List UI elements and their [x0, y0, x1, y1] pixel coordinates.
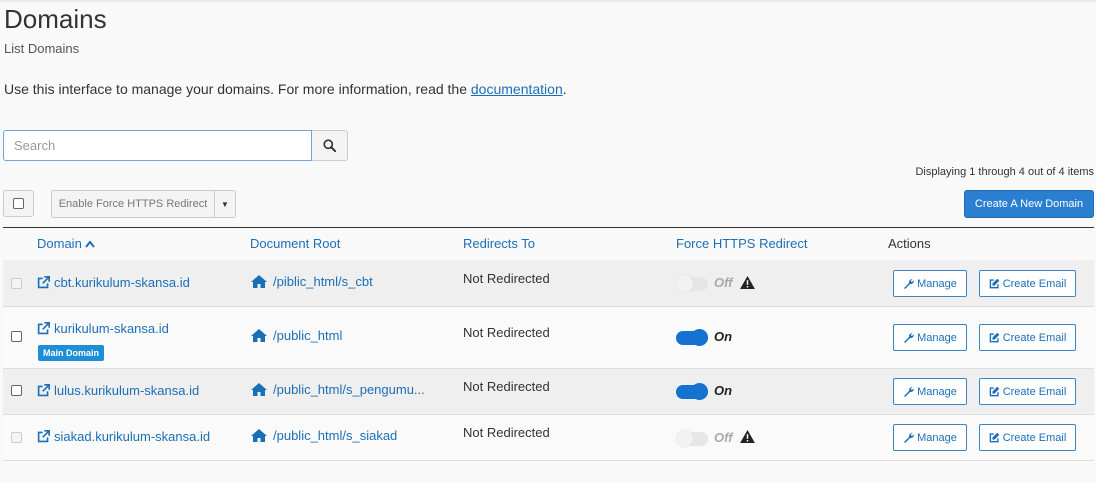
search-input[interactable]: [3, 130, 313, 161]
main-domain-badge: Main Domain: [38, 345, 105, 361]
select-all-check[interactable]: [13, 198, 24, 209]
intro-text: Use this interface to manage your domain…: [4, 81, 567, 97]
manage-label: Manage: [917, 331, 957, 344]
manage-button[interactable]: Manage: [893, 424, 967, 451]
redirect-status: Not Redirected: [463, 379, 550, 394]
redirect-status: Not Redirected: [463, 271, 550, 286]
wrench-icon: [904, 333, 914, 343]
manage-label: Manage: [917, 277, 957, 290]
force-https-state: Off: [714, 430, 733, 445]
domain-link[interactable]: lulus.kurikulum-skansa.id: [37, 383, 199, 398]
home-icon: [251, 275, 267, 288]
row-checkbox[interactable]: [11, 331, 22, 342]
sort-up-icon: [85, 240, 96, 248]
wrench-icon: [904, 433, 914, 443]
warning-icon: [740, 276, 755, 289]
manage-label: Manage: [917, 385, 957, 398]
manage-button[interactable]: Manage: [893, 270, 967, 297]
display-count: Displaying 1 through 4 out of 4 items: [915, 166, 1094, 178]
manage-label: Manage: [917, 431, 957, 444]
intro-text-end: .: [562, 81, 567, 97]
create-email-label: Create Email: [1002, 431, 1067, 444]
enable-force-https-button[interactable]: Enable Force HTTPS Redirect: [51, 190, 215, 218]
search-icon: [323, 139, 337, 152]
external-link-icon: [37, 276, 50, 289]
table-row: siakad.kurikulum-skansa.id /public_html/…: [3, 415, 1094, 461]
redirect-status: Not Redirected: [463, 425, 550, 440]
external-link-icon: [37, 322, 50, 335]
table-top-border: [3, 227, 1094, 228]
domain-name: kurikulum-skansa.id: [54, 321, 169, 336]
create-domain-button[interactable]: Create A New Domain: [964, 190, 1094, 218]
domain-link[interactable]: kurikulum-skansa.id: [37, 321, 169, 336]
force-https-state: Off: [714, 275, 733, 290]
create-email-button[interactable]: Create Email: [979, 378, 1076, 405]
domain-name: siakad.kurikulum-skansa.id: [54, 429, 211, 444]
home-icon: [251, 429, 267, 442]
edit-icon: [989, 386, 1000, 397]
force-https-toggle[interactable]: [676, 383, 708, 400]
table-row: kurikulum-skansa.id Main Domain /public_…: [3, 307, 1094, 369]
edit-icon: [989, 332, 1000, 343]
create-email-button[interactable]: Create Email: [979, 270, 1076, 297]
edit-icon: [989, 432, 1000, 443]
document-root-path: /public_html: [273, 328, 343, 343]
document-root-link[interactable]: /public_html/s_pengumu...: [250, 382, 425, 397]
row-checkbox[interactable]: [11, 385, 22, 396]
external-link-icon: [37, 430, 50, 443]
table-row: lulus.kurikulum-skansa.id /public_html/s…: [3, 369, 1094, 415]
document-root-path: /public_html/s_siakad: [273, 428, 398, 443]
search-group: [3, 130, 348, 161]
domain-name: cbt.kurikulum-skansa.id: [54, 275, 190, 290]
create-email-button[interactable]: Create Email: [979, 424, 1076, 451]
header-domain-label: Domain: [37, 236, 82, 251]
row-checkbox[interactable]: [11, 432, 22, 443]
create-email-label: Create Email: [1002, 277, 1067, 290]
documentation-link[interactable]: documentation: [471, 81, 563, 97]
search-button[interactable]: [312, 130, 348, 161]
header-domain[interactable]: Domain: [37, 236, 96, 251]
bulk-action-group: Enable Force HTTPS Redirect ▼: [51, 190, 236, 218]
create-email-button[interactable]: Create Email: [979, 324, 1076, 351]
document-root-link[interactable]: /public_html/s_siakad: [250, 428, 397, 443]
domain-link[interactable]: cbt.kurikulum-skansa.id: [37, 275, 190, 290]
bulk-action-dropdown[interactable]: ▼: [215, 190, 236, 218]
document-root-link[interactable]: /public_html: [250, 328, 342, 343]
manage-button[interactable]: Manage: [893, 378, 967, 405]
intro-text-main: Use this interface to manage your domain…: [4, 81, 471, 97]
caret-down-icon: ▼: [221, 199, 229, 209]
document-root-path: /piblic_html/s_cbt: [273, 274, 373, 289]
header-redirects-to[interactable]: Redirects To: [463, 236, 535, 251]
document-root-link[interactable]: /piblic_html/s_cbt: [250, 274, 373, 289]
table-row: cbt.kurikulum-skansa.id /piblic_html/s_c…: [3, 260, 1094, 307]
document-root-path: /public_html/s_pengumu...: [273, 382, 425, 397]
force-https-state: On: [714, 329, 733, 344]
domain-name: lulus.kurikulum-skansa.id: [54, 383, 200, 398]
home-icon: [251, 329, 267, 342]
domain-link[interactable]: siakad.kurikulum-skansa.id: [37, 429, 210, 444]
redirect-status: Not Redirected: [463, 325, 550, 340]
force-https-toggle[interactable]: [676, 430, 708, 447]
create-email-label: Create Email: [1002, 331, 1067, 344]
top-divider: [0, 0, 1096, 2]
force-https-state: On: [714, 383, 733, 398]
warning-icon: [740, 430, 755, 443]
force-https-toggle[interactable]: [676, 329, 708, 346]
wrench-icon: [904, 279, 914, 289]
header-document-root[interactable]: Document Root: [250, 236, 340, 251]
header-force-https[interactable]: Force HTTPS Redirect: [676, 236, 807, 251]
create-email-label: Create Email: [1002, 385, 1067, 398]
edit-icon: [989, 278, 1000, 289]
home-icon: [251, 383, 267, 396]
external-link-icon: [37, 384, 50, 397]
force-https-toggle[interactable]: [676, 275, 708, 292]
page-title: Domains: [4, 4, 107, 34]
wrench-icon: [904, 387, 914, 397]
page-subtitle: List Domains: [4, 41, 80, 56]
header-actions: Actions: [888, 236, 931, 251]
row-checkbox[interactable]: [11, 278, 22, 289]
select-all-checkbox[interactable]: [3, 190, 34, 217]
manage-button[interactable]: Manage: [893, 324, 967, 351]
